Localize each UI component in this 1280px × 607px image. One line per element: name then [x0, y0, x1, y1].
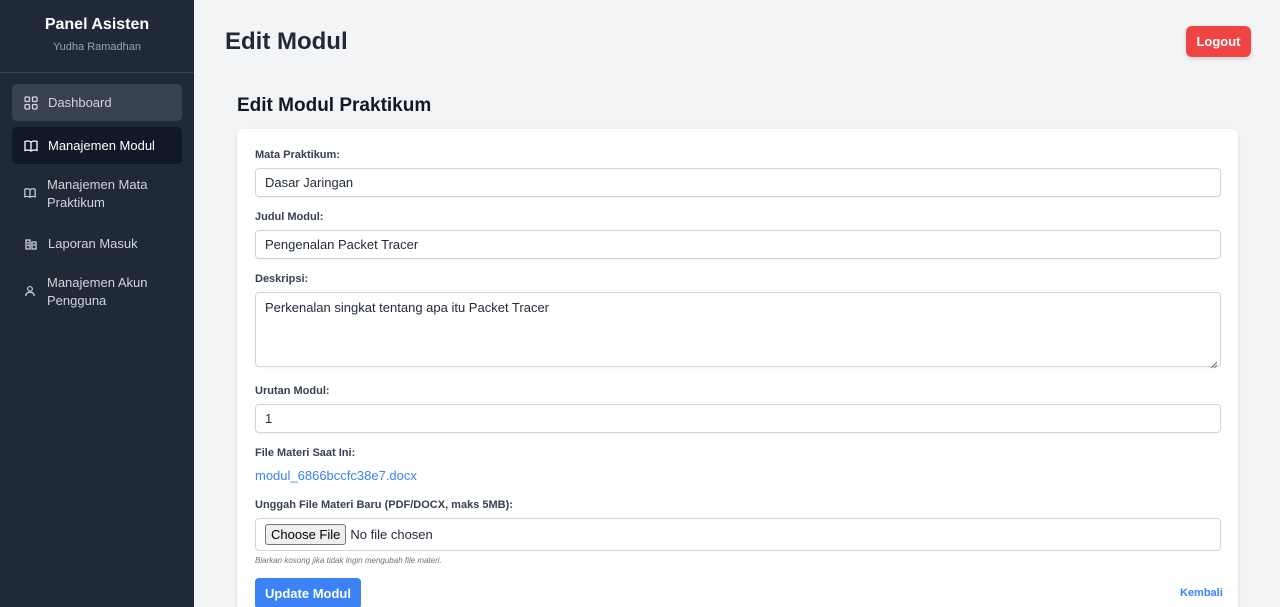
- user-name: Yudha Ramadhan: [52, 41, 142, 53]
- page-title: Edit Modul: [225, 28, 348, 55]
- mata-praktikum-select[interactable]: Dasar Jaringan: [255, 168, 1221, 197]
- judul-modul-input[interactable]: Pengenalan Packet Tracer: [255, 230, 1221, 259]
- deskripsi-textarea[interactable]: Perkenalan singkat tentang apa itu Packe…: [255, 292, 1221, 369]
- sidebar-item-manajemen-akun-pengguna[interactable]: Manajemen Akun Pengguna: [12, 268, 182, 316]
- urutan-modul-label: Urutan Modul:: [255, 385, 330, 397]
- choose-file-button[interactable]: Choose File: [265, 524, 347, 545]
- upload-hint: Biarkan kosong jika tidak ingin mengubah…: [255, 556, 442, 565]
- deskripsi-label: Deskripsi:: [255, 273, 309, 285]
- judul-modul-value: Pengenalan Packet Tracer: [265, 237, 419, 252]
- book-icon: [24, 187, 38, 201]
- book-icon: [24, 139, 38, 153]
- sidebar-item-label: Manajemen Akun Pengguna: [47, 275, 148, 308]
- sidebar-item-label: Manajemen Modul: [48, 137, 155, 153]
- file-status-text: No file chosen: [350, 527, 433, 542]
- sidebar-item-laporan-masuk[interactable]: Laporan Masuk: [12, 225, 182, 262]
- sidebar-item-label: Laporan Masuk: [48, 235, 138, 251]
- sidebar-header: Panel Asisten Yudha Ramadhan: [0, 0, 194, 73]
- back-link[interactable]: Kembali: [1180, 587, 1223, 599]
- judul-modul-label: Judul Modul:: [255, 211, 324, 223]
- sidebar-nav: Dashboard Manajemen Modul Manajemen Mata…: [0, 73, 194, 316]
- form-title: Edit Modul Praktikum: [237, 95, 432, 116]
- sidebar: Panel Asisten Yudha Ramadhan Dashboard M…: [0, 0, 194, 607]
- app-title: Panel Asisten: [44, 16, 150, 33]
- sidebar-item-label: Dashboard: [48, 94, 112, 110]
- grid-icon: [24, 95, 38, 110]
- file-upload-input[interactable]: Choose File No file chosen: [255, 518, 1221, 551]
- mata-praktikum-label: Mata Praktikum:: [255, 149, 340, 161]
- main-content: Edit Modul Logout Edit Modul Praktikum M…: [194, 0, 1280, 607]
- current-file-link[interactable]: modul_6866bccfc38e7.docx: [255, 468, 417, 483]
- user-icon: [24, 285, 38, 299]
- mata-praktikum-value: Dasar Jaringan: [265, 175, 354, 190]
- sidebar-item-label: Manajemen Mata Praktikum: [47, 177, 148, 210]
- edit-module-form: Mata Praktikum: Dasar Jaringan Judul Mod…: [237, 129, 1238, 607]
- resize-handle-icon[interactable]: [1210, 356, 1218, 369]
- sidebar-item-manajemen-modul[interactable]: Manajemen Modul: [12, 127, 182, 164]
- update-module-button[interactable]: Update Modul: [255, 578, 361, 607]
- sidebar-item-dashboard[interactable]: Dashboard: [12, 84, 182, 121]
- sidebar-item-manajemen-mata-praktikum[interactable]: Manajemen Mata Praktikum: [12, 170, 182, 218]
- current-file-label: File Materi Saat Ini:: [255, 447, 356, 459]
- logout-button[interactable]: Logout: [1186, 26, 1251, 57]
- report-icon: [24, 237, 38, 251]
- upload-file-label: Unggah File Materi Baru (PDF/DOCX, maks …: [255, 499, 513, 511]
- urutan-modul-value: 1: [265, 411, 273, 426]
- urutan-modul-input[interactable]: 1: [255, 404, 1221, 433]
- deskripsi-value: Perkenalan singkat tentang apa itu Packe…: [265, 300, 550, 315]
